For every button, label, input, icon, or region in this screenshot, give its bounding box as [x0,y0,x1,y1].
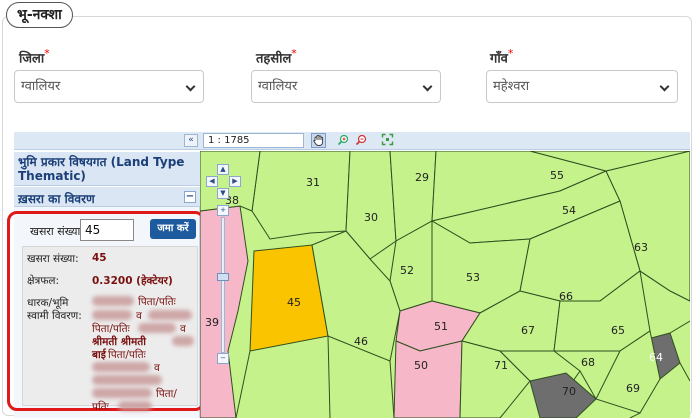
zoom-slider-track[interactable] [221,217,225,353]
area-label: क्षेत्रफल: [27,275,60,287]
required-mark: * [507,47,514,60]
parcel-label: 54 [562,204,576,217]
parcel-label: 39 [205,316,219,329]
parcel-label: 65 [611,324,625,337]
pan-down-icon[interactable]: ▼ [217,188,229,199]
parcel-label: 31 [306,176,320,189]
pan-hand-icon[interactable] [311,133,326,148]
parcel-label: 67 [521,324,535,337]
chevron-down-icon [422,81,433,92]
pan-left-icon[interactable]: ◀ [206,176,218,187]
redacted-name [92,310,132,320]
panel-title: भू-नक्शा [6,2,73,28]
redacted-name [138,323,176,333]
parcel-label: 30 [364,211,378,224]
cadastral-map[interactable]: 31 29 55 54 38 30 63 52 53 45 66 39 51 6… [200,151,690,418]
parcel-label: 29 [415,171,429,184]
parcel-label: 55 [550,169,564,182]
owner-fragment: पिता/पतिः [108,349,146,361]
owner-fragment: व [154,362,160,374]
full-extent-icon[interactable] [380,133,395,148]
redacted-name [148,310,192,320]
bhu-naksha-page: भू-नक्शा जिला* ग्वालियर तहसील* ग्वालियर … [0,0,700,418]
zoom-in-button[interactable]: + [217,205,229,216]
redacted-name [118,401,152,411]
tehsil-select[interactable]: ग्वालियर [251,70,441,103]
sidebar-header: « [14,132,200,150]
parcel-label: 71 [494,359,508,372]
zoom-slider-handle[interactable] [217,273,229,281]
land-type-thematic-section[interactable]: भुमि प्रकार विषयगत (Land Type Thematic) [14,152,200,186]
khasra-search-label: खसरा संख्या : [30,225,88,238]
owner-fragment: पतिः [92,401,109,413]
owner-fragment: व [136,310,142,322]
khasra-details-section[interactable]: ख़सरा का विवरण − [14,187,200,207]
khasra-number-label: खसरा संख्या: [27,253,79,265]
tehsil-label-text: तहसील [256,51,292,67]
redacted-name [92,388,152,398]
redacted-name [172,336,194,346]
zoom-out-icon[interactable] [354,133,369,148]
district-label-text: जिला [19,51,45,67]
owner-fragment: व [180,323,186,335]
redacted-name [92,375,162,385]
parcel-label: 64 [649,351,663,364]
chevron-down-icon [185,81,196,92]
parcel-label: 63 [634,241,648,254]
owner-fragment: पिता/ [156,388,177,400]
submit-button[interactable]: जमा करें [150,219,196,239]
parcel-label: 53 [466,271,480,284]
district-label: जिला* [19,47,50,66]
parcel-label: 50 [414,359,428,372]
owner-fragment: पिता/पतिः [138,296,176,308]
owner-label-line1: धारक/भूमि [27,297,69,309]
khasra-number-value: 45 [92,252,107,264]
parcel-label: 69 [626,382,640,395]
parcel-label: 45 [287,296,301,309]
parcel-label: 52 [400,264,414,277]
parcel-label: 51 [434,320,448,333]
redacted-name [92,296,134,306]
owner-label-line2: स्वामी विवरण: [27,310,82,322]
tehsil-value: ग्वालियर [258,79,298,94]
owner-fragment: बाई [92,349,106,361]
parcel-map-svg[interactable]: 31 29 55 54 38 30 63 52 53 45 66 39 51 6… [200,151,690,418]
parcel-31[interactable] [251,151,351,240]
tehsil-label: तहसील* [256,47,297,66]
zoom-in-icon[interactable] [336,133,351,148]
parcel-label: 66 [559,290,573,303]
parcel-label: 70 [562,385,576,398]
zoom-out-button[interactable]: − [217,353,229,364]
required-mark: * [44,47,50,60]
parcel-label: 46 [354,335,368,348]
khasra-search-input[interactable]: 45 [80,219,134,241]
village-value: महेश्वरा [493,79,530,94]
parcel-label: 68 [581,356,595,369]
pan-right-icon[interactable]: ▶ [229,176,241,187]
collapse-sidebar-icon[interactable]: « [184,134,198,147]
chevron-down-icon [659,81,670,92]
pan-up-icon[interactable]: ▲ [217,164,229,175]
area-value: 0.3200 (हेक्टेयर) [92,275,173,287]
owner-fragment: पिता/पतिः [92,323,130,335]
district-value: ग्वालियर [21,79,61,94]
redacted-name [92,362,150,372]
village-label: गाँव* [490,47,513,66]
scale-display[interactable]: 1 : 1785 [203,133,304,148]
parcel-50[interactable] [393,340,463,418]
owner-fragment: श्रीमती श्रीमती [92,336,146,348]
required-mark: * [291,47,297,60]
khasra-details-label: ख़सरा का विवरण [18,192,95,206]
district-select[interactable]: ग्वालियर [14,70,204,103]
village-label-text: गाँव [490,51,508,67]
collapse-section-icon[interactable]: − [184,191,196,203]
village-select[interactable]: महेश्वरा [486,70,678,103]
